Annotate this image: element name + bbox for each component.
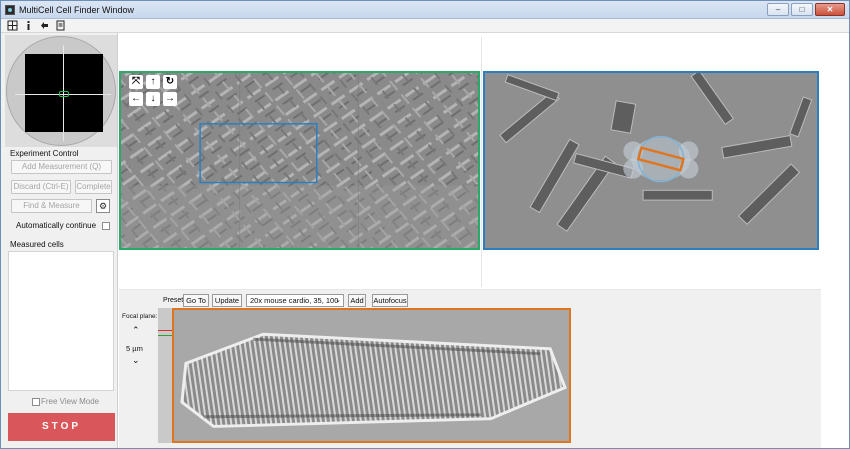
preset-label: Preset: (163, 297, 186, 304)
stage-navigator[interactable] (5, 35, 117, 147)
chevron-down-icon: ⌄ (132, 355, 140, 365)
pan-right-button[interactable]: → (163, 92, 177, 106)
refresh-button[interactable]: ↻ (163, 75, 177, 89)
focal-down-button[interactable]: ⌄ (132, 355, 140, 366)
focal-plane-label: Focal plane: (122, 313, 158, 320)
close-button[interactable]: ✕ (815, 3, 845, 16)
arrow-right-icon: → (165, 93, 175, 104)
right-margin (821, 33, 849, 448)
toolbar (1, 19, 849, 33)
goto-button[interactable]: Go To (183, 294, 209, 307)
gear-icon: ⚙ (98, 201, 108, 211)
auto-continue-label: Automatically continue (16, 221, 97, 230)
measured-cells-list[interactable] (8, 251, 114, 391)
autofocus-button[interactable]: Autofocus (372, 294, 408, 307)
pan-up-button[interactable]: ↑ (146, 75, 160, 89)
find-measure-button[interactable]: Find & Measure (11, 199, 92, 213)
focal-up-button[interactable]: ⌃ (132, 325, 140, 336)
left-panel: Experiment Control Add Measurement (Q) D… (1, 33, 118, 448)
add-measurement-button[interactable]: Add Measurement (Q) (11, 160, 112, 174)
expand-icon: ⤧ (132, 76, 140, 87)
cell-closeup-image (174, 310, 569, 441)
cell-focus-image[interactable] (172, 308, 571, 443)
minimize-button[interactable]: – (767, 3, 789, 16)
maximize-button[interactable]: □ (791, 3, 813, 16)
title-bar: MultiCell Cell Finder Window – □ ✕ (1, 1, 849, 19)
chevron-up-icon: ⌃ (132, 325, 140, 335)
pin-icon[interactable] (39, 20, 50, 31)
update-button[interactable]: Update (212, 294, 242, 307)
add-preset-button[interactable]: Add (348, 294, 366, 307)
free-view-checkbox[interactable] (32, 398, 40, 406)
app-window: MultiCell Cell Finder Window – □ ✕ Exper… (0, 0, 850, 449)
measured-cells-label: Measured cells (10, 240, 64, 249)
chevron-down-icon: ⌄ (335, 297, 341, 304)
arrow-up-icon: ↑ (150, 76, 156, 87)
stage-circle (6, 36, 116, 146)
focus-profile-strip (158, 308, 172, 443)
stage-position-marker (59, 91, 69, 97)
preset-dropdown[interactable]: 20x mouse cardio, 35, 100 ⌄ (246, 294, 344, 307)
window-controls: – □ ✕ (767, 3, 845, 16)
app-icon (5, 5, 15, 15)
pan-left-button[interactable]: ← (129, 92, 143, 106)
settings-button[interactable]: ⚙ (96, 199, 110, 213)
preset-value: 20x mouse cardio, 35, 100 (250, 296, 339, 305)
focus-marker-green (158, 335, 172, 336)
stop-button[interactable]: STOP (8, 413, 115, 441)
refresh-icon: ↻ (165, 76, 175, 87)
free-view-label: Free View Mode (41, 397, 100, 406)
detail-microscopy-image (485, 73, 817, 248)
pan-down-button[interactable]: ↓ (146, 92, 160, 106)
document-icon[interactable] (55, 20, 66, 31)
panel-divider-vertical (481, 37, 482, 287)
arrow-left-icon: ← (131, 93, 141, 104)
overview-image-panel[interactable]: ⤧ ↑ ↻ ← ↓ → (119, 71, 480, 250)
complete-button[interactable]: Complete (75, 180, 112, 194)
detail-image-panel[interactable] (483, 71, 819, 250)
window-title: MultiCell Cell Finder Window (19, 5, 135, 15)
info-icon[interactable] (23, 20, 34, 31)
focus-marker-red (158, 330, 172, 331)
grid-icon[interactable] (7, 20, 18, 31)
experiment-control-label: Experiment Control (10, 149, 79, 158)
arrow-down-icon: ↓ (150, 93, 156, 104)
discard-button[interactable]: Discard (Ctrl-E) (11, 180, 71, 194)
focal-plane-value: 5 µm (126, 344, 143, 353)
auto-continue-checkbox[interactable] (102, 222, 110, 230)
fit-view-button[interactable]: ⤧ (129, 75, 143, 89)
